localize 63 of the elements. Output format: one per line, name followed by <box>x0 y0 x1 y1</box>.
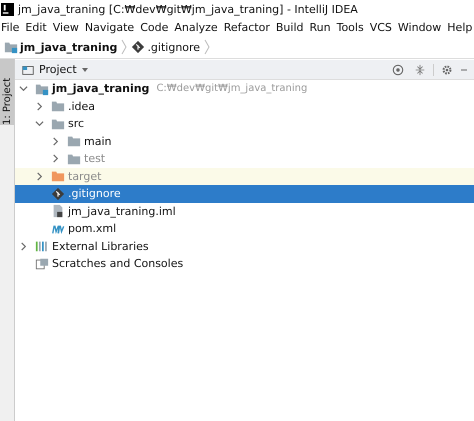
module-folder-icon <box>35 82 49 96</box>
menu-item[interactable]: View <box>52 20 79 34</box>
panel-title[interactable]: Project <box>39 63 77 76</box>
item-label: External Libraries <box>52 240 149 253</box>
tree-item[interactable]: External Libraries <box>15 238 474 255</box>
tree-item[interactable]: .gitignore <box>15 185 474 202</box>
folder-icon <box>51 116 65 131</box>
tree-item[interactable]: pom.xml <box>15 220 474 238</box>
item-label: pom.xml <box>68 222 116 236</box>
file-icon <box>51 204 65 218</box>
scratches-icon <box>35 256 49 271</box>
chevron-down-icon[interactable] <box>19 84 28 94</box>
item-label: test <box>84 152 106 166</box>
item-label: main <box>84 134 112 148</box>
folder-icon <box>67 134 81 148</box>
tree-item[interactable]: src <box>15 115 474 132</box>
menu-item[interactable]: Navigate <box>84 20 134 34</box>
settings-icon[interactable] <box>441 64 453 76</box>
tree-item[interactable]: Scratches and Consoles <box>15 255 474 272</box>
tree-item[interactable]: .idea <box>15 98 474 115</box>
chevron-right-icon <box>121 39 128 55</box>
window-title: jm_java_traning [C:₩dev₩git₩jm_java_traning] - IntelliJ IDEA <box>18 2 358 16</box>
item-label: .idea <box>68 100 96 113</box>
item-label: jm_java_traning <box>52 82 150 96</box>
side-tab[interactable]: 1: Project <box>0 59 14 125</box>
menu-item[interactable]: Build <box>276 20 304 34</box>
folder-icon <box>51 169 65 184</box>
folder-icon <box>51 99 65 114</box>
chevron-right-icon[interactable] <box>51 154 60 164</box>
chevron-right-icon[interactable] <box>19 242 28 251</box>
diamond-icon <box>51 186 65 201</box>
tree-item[interactable]: jm_java_traning.iml <box>15 202 474 220</box>
menu-item[interactable]: Run <box>310 20 331 34</box>
menu-item[interactable]: Window <box>398 20 442 34</box>
breadcrumb-item[interactable]: jm_java_traning <box>4 40 118 54</box>
breadcrumb-item[interactable]: .gitignore <box>131 40 200 54</box>
menu-item[interactable]: Edit <box>25 20 47 34</box>
target-icon[interactable] <box>392 64 404 76</box>
menu-item[interactable]: VCS <box>370 20 392 34</box>
tree-item[interactable]: main <box>15 132 474 150</box>
path-hint: C:₩dev₩git₩jm_java_traning <box>156 83 308 94</box>
item-label: Scratches and Consoles <box>52 257 184 270</box>
chevron-right-icon[interactable] <box>35 102 44 111</box>
item-label: src <box>68 117 84 130</box>
item-label: .gitignore <box>68 187 121 200</box>
chevron-right-icon[interactable] <box>35 172 44 181</box>
menu-item[interactable]: Code <box>140 20 168 34</box>
item-label: jm_java_traning.iml <box>68 204 176 218</box>
chevron-right-icon[interactable] <box>51 136 60 146</box>
library-icon <box>35 239 49 254</box>
item-label: target <box>68 170 102 183</box>
chevron-right-icon <box>204 39 210 55</box>
menu-item[interactable]: Refactor <box>224 20 270 34</box>
chevron-down-icon[interactable] <box>35 119 44 128</box>
module-folder-icon <box>4 40 18 54</box>
menu-item[interactable]: Help <box>447 20 472 34</box>
collapse-icon[interactable] <box>414 64 426 76</box>
diamond-icon <box>131 40 146 54</box>
menu-item[interactable]: Analyze <box>174 20 218 34</box>
folder-icon <box>67 152 81 166</box>
menu-item[interactable]: Tools <box>336 20 364 34</box>
tree-item[interactable]: jm_java_traning C:₩dev₩git₩jm_java_traning <box>15 80 474 98</box>
menu-item[interactable]: File <box>1 20 20 34</box>
